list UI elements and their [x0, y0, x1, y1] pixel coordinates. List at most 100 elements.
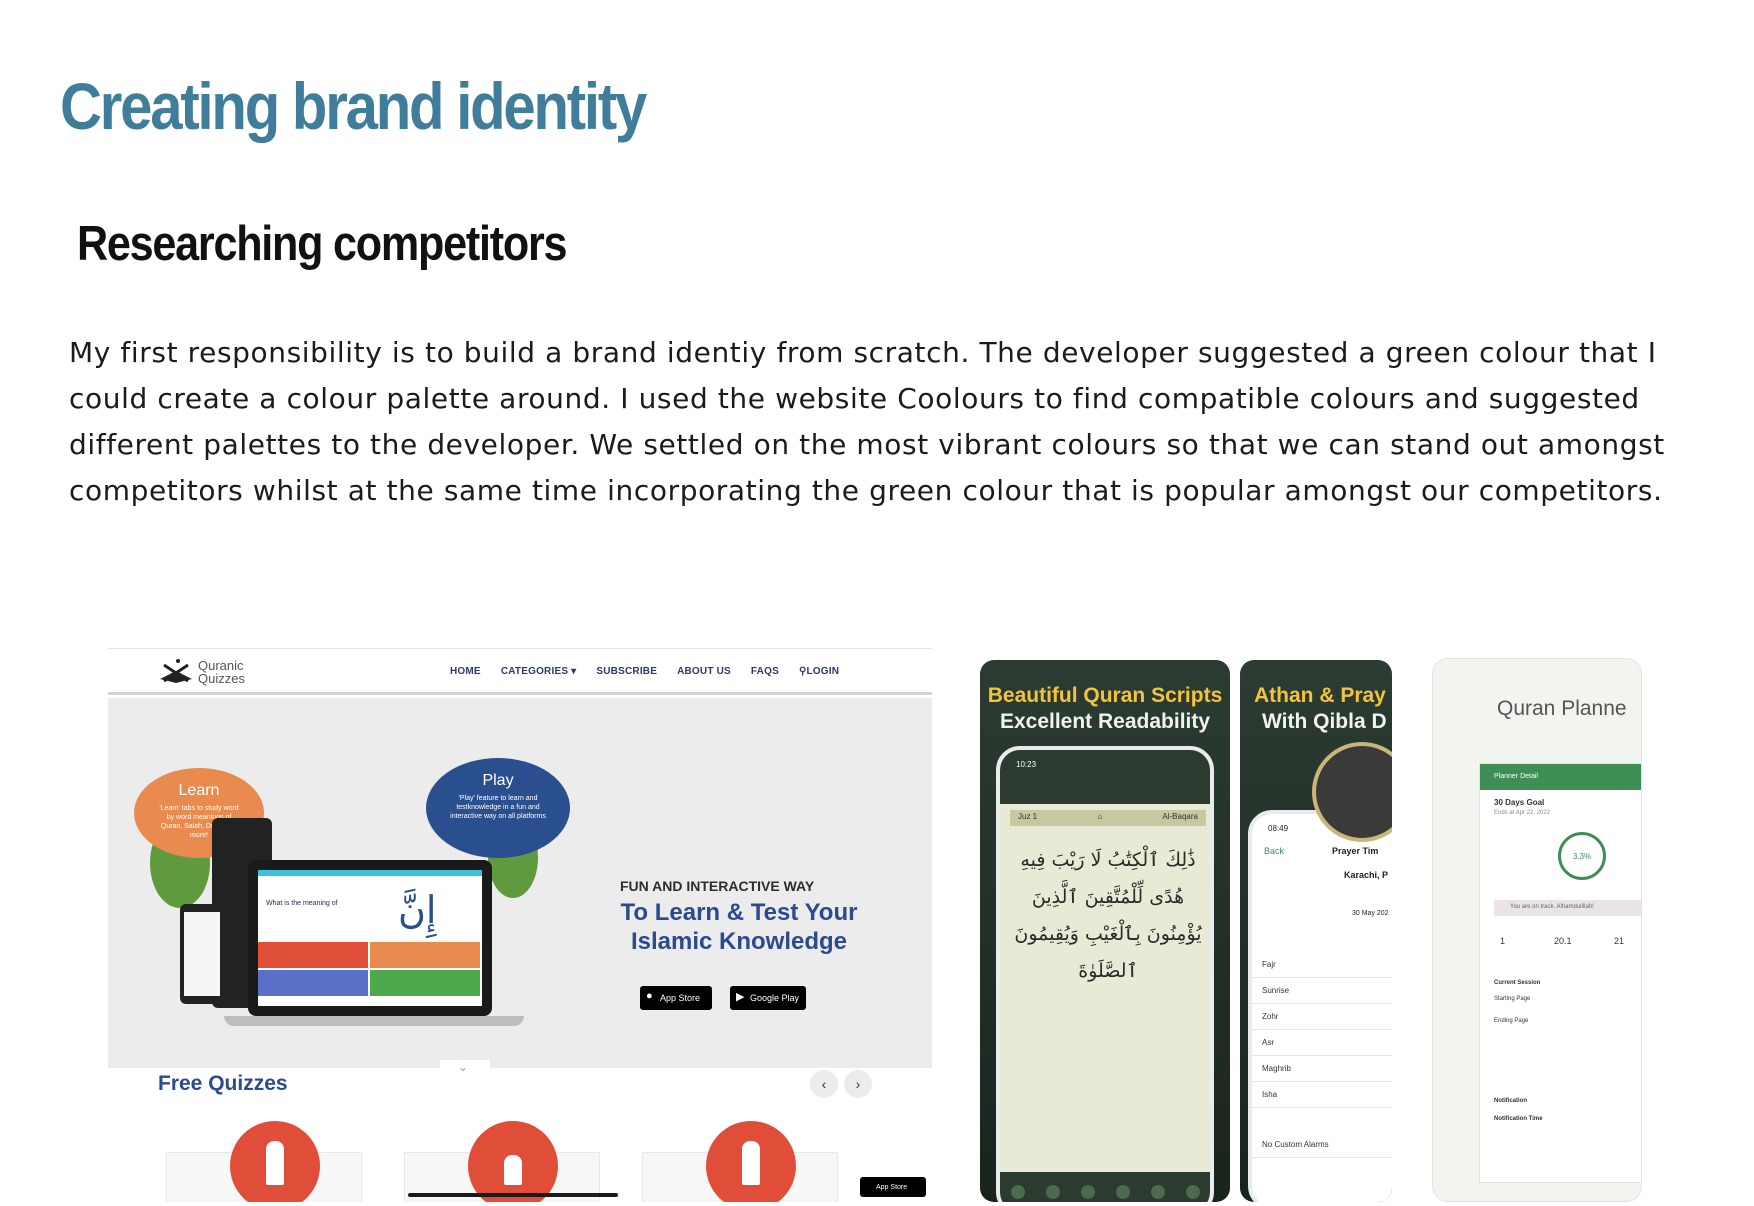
- app-store-mini-badge[interactable]: App Store: [860, 1177, 926, 1197]
- phone-device: [180, 904, 224, 1004]
- stat-session: 1: [1500, 936, 1506, 946]
- nav-subscribe[interactable]: SUBSCRIBE: [596, 666, 657, 677]
- quran-app-title-2: Excellent Readability: [999, 710, 1211, 733]
- surah-label: Al-Baqara: [1162, 812, 1198, 821]
- prayer-row-asr[interactable]: Asr: [1252, 1030, 1392, 1056]
- quiz-option-4: [370, 970, 480, 996]
- quiz-arabic-word: إِنَّ: [398, 888, 437, 932]
- hero-headline: To Learn & Test Your Islamic Knowledge: [604, 898, 874, 956]
- play-bubble: Play 'Play' feature to learn and testkno…: [426, 758, 570, 858]
- competitor-website-screenshot: Quranic Quizzes HOME CATEGORIES ▾ SUBSCR…: [108, 648, 932, 1202]
- quran-app-screenshot: Beautiful Quran Scripts Excellent Readab…: [980, 660, 1230, 1202]
- play-triangle-icon: ▶: [736, 991, 745, 1003]
- google-play-label: Google Play: [750, 993, 800, 1003]
- juz-label: Juz 1: [1018, 812, 1038, 821]
- share-icon[interactable]: [1115, 1185, 1130, 1199]
- nav-login[interactable]: ⚲LOGIN: [799, 666, 839, 677]
- custom-alarms-row[interactable]: No Custom Alarms: [1252, 1132, 1392, 1158]
- intro-paragraph: My first responsibility is to build a br…: [69, 336, 1665, 507]
- nav-categories[interactable]: CATEGORIES ▾: [501, 666, 577, 677]
- home-icon[interactable]: ⌂: [1097, 812, 1102, 824]
- quran-time: 10:23: [1016, 760, 1037, 769]
- athan-app-title-2: With Qibla D: [1262, 710, 1387, 733]
- notification-label[interactable]: Notification: [1494, 1098, 1527, 1104]
- notification-time-label[interactable]: Notification Time: [1494, 1116, 1543, 1122]
- planner-title: Quran Planne: [1497, 697, 1627, 720]
- hero-line1: To Learn & Test Your: [620, 899, 858, 926]
- planner-header: Planner Detail: [1480, 764, 1641, 790]
- autoscroll-icon[interactable]: [1080, 1185, 1095, 1199]
- translate-icon[interactable]: [1150, 1185, 1165, 1199]
- site-navbar: Quranic Quizzes HOME CATEGORIES ▾ SUBSCR…: [108, 649, 932, 695]
- city-label: Karachi, P: [1344, 870, 1389, 880]
- ending-page-label: Ending Page: [1494, 1018, 1529, 1024]
- nav-about[interactable]: ABOUT US: [677, 666, 731, 677]
- quran-verse-text: ذَٰلِكَ ٱلْكِتَٰبُ لَا رَيْبَ فِيهِ هُدً…: [1014, 849, 1202, 982]
- starting-page-label: Starting Page: [1494, 996, 1531, 1002]
- quiz-card-image: [468, 1121, 558, 1202]
- progress-ring: 3.3%: [1558, 832, 1606, 880]
- prayer-row-zohr[interactable]: Zohr: [1252, 1004, 1392, 1030]
- athan-time: 08:49: [1268, 824, 1289, 833]
- goal-ends-label: Ends at Apr 22, 2022: [1494, 810, 1551, 816]
- goal-label: 30 Days Goal: [1494, 798, 1545, 807]
- prayer-row-isha[interactable]: Isha: [1252, 1082, 1392, 1108]
- standing-person-icon: [742, 1141, 760, 1185]
- app-store-label: App Store: [660, 993, 701, 1003]
- athan-phone: 08:49 Back Prayer Tim Karachi, P 30 May …: [1248, 810, 1392, 1202]
- laptop-screen: What is the meaning of إِنَّ: [258, 870, 482, 1006]
- quiz-question: What is the meaning of: [266, 900, 338, 907]
- kneeling-person-icon: [504, 1155, 522, 1185]
- google-play-button[interactable]: ▶ Google Play: [730, 986, 806, 1010]
- scroll-indicator: [408, 1193, 618, 1197]
- hero-subtitle: FUN AND INTERACTIVE WAY: [620, 878, 815, 894]
- quiz-option-1: [258, 942, 368, 968]
- date-label: 30 May 202: [1352, 910, 1389, 917]
- quiz-option-2: [370, 942, 480, 968]
- prayer-row-fajr[interactable]: Fajr: [1252, 952, 1392, 978]
- quiz-card-image: [230, 1121, 320, 1202]
- apple-icon: ●: [646, 990, 653, 1002]
- quran-status-bar: 10:23: [1000, 750, 1210, 804]
- quran-bottom-bar: [1000, 1172, 1210, 1202]
- scroll-down-tab[interactable]: ⌄: [440, 1060, 490, 1078]
- play-body: 'Play' feature to learn and testknowledg…: [450, 795, 546, 820]
- site-hero: Learn 'Learn' tabs to study word by word…: [108, 698, 932, 1078]
- more-icon[interactable]: [1185, 1185, 1200, 1199]
- site-logo-text: Quranic Quizzes: [198, 659, 258, 685]
- hero-line2: Islamic Knowledge: [630, 928, 848, 955]
- free-quizzes-heading: Free Quizzes: [158, 1072, 288, 1095]
- progress-percent: 3.3%: [1572, 851, 1592, 861]
- logo-line2: Quizzes: [198, 671, 245, 686]
- quran-book-icon: [160, 659, 192, 683]
- prayer-times-header: Prayer Tim: [1332, 846, 1379, 856]
- athan-app-screenshot: Athan & Pray With Qibla D 08:49 Back Pra…: [1240, 660, 1392, 1202]
- laptop-base: [224, 1016, 524, 1026]
- page-title: Creating brand identity: [60, 69, 647, 143]
- quiz-option-3: [258, 970, 368, 996]
- play-title: Play: [482, 772, 514, 789]
- back-button[interactable]: Back: [1264, 846, 1284, 856]
- play-icon[interactable]: [1010, 1185, 1025, 1199]
- quiz-card-image: [706, 1121, 796, 1202]
- stat-pages: 21: [1614, 936, 1625, 946]
- planner-phone: Planner Detail 30 Days Goal Ends at Apr …: [1479, 763, 1641, 1183]
- standing-person-icon: [266, 1141, 284, 1185]
- carousel-prev-button[interactable]: ‹: [810, 1070, 838, 1098]
- mini-store-label: App Store: [876, 1183, 908, 1191]
- quran-phone: 10:23 Juz 1 ⌂ Al-Baqara ذَٰلِكَ ٱلْكِتَٰ…: [996, 746, 1214, 1202]
- stat-target: 20.1: [1554, 936, 1572, 946]
- juz-bar: Juz 1 ⌂ Al-Baqara: [1010, 810, 1206, 826]
- carousel-next-button[interactable]: ›: [844, 1070, 872, 1098]
- prayer-row-maghrib[interactable]: Maghrib: [1252, 1056, 1392, 1082]
- prayer-row-sunrise[interactable]: Sunrise: [1252, 978, 1392, 1004]
- athan-app-title-1: Athan & Pray: [1254, 684, 1386, 707]
- nav-faqs[interactable]: FAQS: [751, 666, 779, 677]
- app-store-button[interactable]: ● App Store: [640, 986, 712, 1010]
- nav-home[interactable]: HOME: [450, 666, 481, 677]
- current-session-label: Current Session: [1494, 980, 1541, 986]
- section-title: Researching competitors: [77, 217, 567, 271]
- quran-planner-screenshot: Quran Planne Planner Detail 30 Days Goal…: [1432, 658, 1642, 1202]
- quran-app-title-1: Beautiful Quran Scripts: [987, 684, 1223, 707]
- bookmark-icon[interactable]: [1045, 1185, 1060, 1199]
